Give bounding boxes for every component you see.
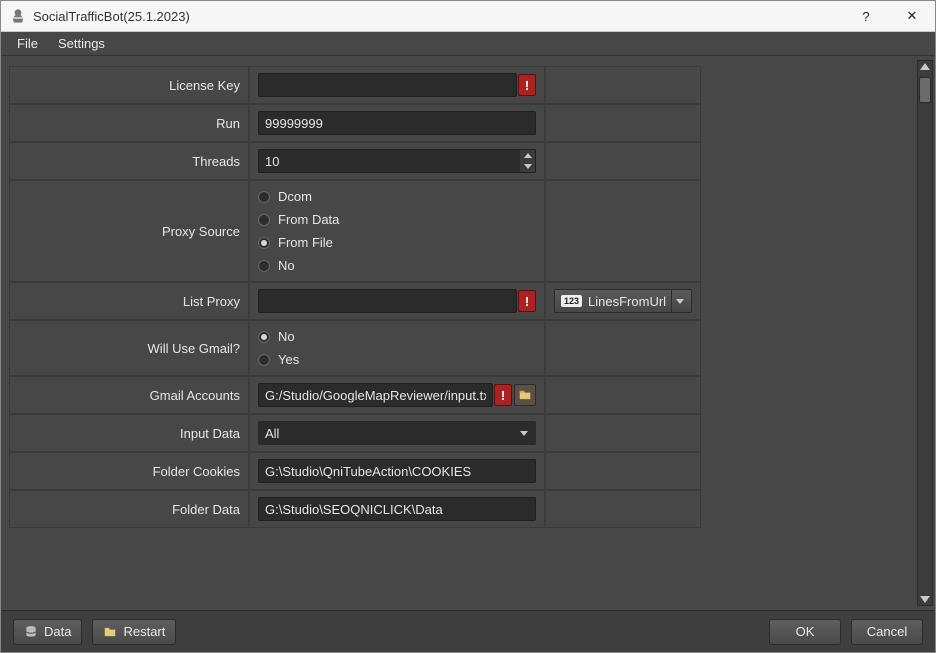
radio-label: No — [278, 329, 295, 344]
browse-file-button[interactable] — [514, 384, 536, 406]
radio-label: Yes — [278, 352, 299, 367]
license-key-input[interactable] — [258, 73, 517, 97]
radio-proxy-no[interactable]: No — [258, 258, 339, 273]
chevron-down-icon — [671, 290, 687, 312]
scroll-up-icon — [920, 63, 930, 70]
gmail-radios: No Yes — [258, 329, 299, 367]
close-icon: ✕ — [907, 8, 918, 24]
label-license-key: License Key — [9, 66, 249, 104]
radio-label: From File — [278, 235, 333, 250]
data-button[interactable]: Data — [13, 619, 82, 645]
spinner-up-icon — [524, 153, 532, 158]
numbered-list-icon: 123 — [561, 295, 582, 307]
warning-icon: ! — [518, 74, 536, 96]
close-button[interactable]: ✕ — [889, 1, 935, 31]
list-proxy-input[interactable] — [258, 289, 517, 313]
threads-input[interactable] — [258, 149, 520, 173]
window-title: SocialTrafficBot(25.1.2023) — [33, 9, 190, 24]
button-label: Cancel — [867, 624, 907, 639]
folder-data-input[interactable] — [258, 497, 536, 521]
menu-settings[interactable]: Settings — [50, 34, 113, 53]
scroll-thumb[interactable] — [919, 77, 931, 103]
input-data-combo[interactable]: All — [258, 421, 536, 445]
label-will-use-gmail: Will Use Gmail? — [9, 320, 249, 376]
folder-icon — [518, 388, 532, 402]
spinner-down-icon — [524, 164, 532, 169]
gmail-accounts-input[interactable] — [258, 383, 493, 407]
restart-button[interactable]: Restart — [92, 619, 176, 645]
radio-proxy-from-data[interactable]: From Data — [258, 212, 339, 227]
warning-icon: ! — [494, 384, 512, 406]
label-proxy-source: Proxy Source — [9, 180, 249, 282]
radio-gmail-yes[interactable]: Yes — [258, 352, 299, 367]
menu-file[interactable]: File — [9, 34, 46, 53]
radio-label: No — [278, 258, 295, 273]
threads-spinner[interactable] — [520, 149, 536, 173]
label-input-data: Input Data — [9, 414, 249, 452]
label-gmail-accounts: Gmail Accounts — [9, 376, 249, 414]
cancel-button[interactable]: Cancel — [851, 619, 923, 645]
titlebar: SocialTrafficBot(25.1.2023) ? ✕ — [1, 1, 935, 32]
label-folder-cookies: Folder Cookies — [9, 452, 249, 490]
radio-label: From Data — [278, 212, 339, 227]
footer: Data Restart OK Cancel — [1, 610, 935, 652]
radio-proxy-dcom[interactable]: Dcom — [258, 189, 339, 204]
client-area: File Settings License Key ! — [1, 32, 935, 652]
app-window: SocialTrafficBot(25.1.2023) ? ✕ File Set… — [0, 0, 936, 653]
folder-cookies-input[interactable] — [258, 459, 536, 483]
vertical-scrollbar[interactable] — [917, 60, 933, 606]
warning-icon: ! — [518, 290, 536, 312]
scroll-down-icon — [920, 596, 930, 603]
chevron-down-icon — [515, 422, 531, 444]
label-folder-data: Folder Data — [9, 490, 249, 528]
list-proxy-mode-combo[interactable]: 123 LinesFromUrl — [554, 289, 692, 313]
ok-button[interactable]: OK — [769, 619, 841, 645]
radio-gmail-no[interactable]: No — [258, 329, 299, 344]
form-area: License Key ! Run — [1, 56, 935, 610]
menubar: File Settings — [1, 32, 935, 56]
label-threads: Threads — [9, 142, 249, 180]
run-input[interactable] — [258, 111, 536, 135]
help-glyph: ? — [862, 9, 869, 24]
button-label: Restart — [123, 624, 165, 639]
app-icon — [9, 7, 27, 25]
button-label: OK — [796, 624, 815, 639]
label-list-proxy: List Proxy — [9, 282, 249, 320]
radio-label: Dcom — [278, 189, 312, 204]
database-icon — [24, 625, 38, 639]
help-button[interactable]: ? — [843, 1, 889, 31]
proxy-source-radios: Dcom From Data From File No — [258, 189, 339, 273]
combo-text: All — [265, 426, 515, 441]
folder-icon — [103, 625, 117, 639]
label-run: Run — [9, 104, 249, 142]
button-label: Data — [44, 624, 71, 639]
combo-text: LinesFromUrl — [588, 294, 671, 309]
radio-proxy-from-file[interactable]: From File — [258, 235, 339, 250]
